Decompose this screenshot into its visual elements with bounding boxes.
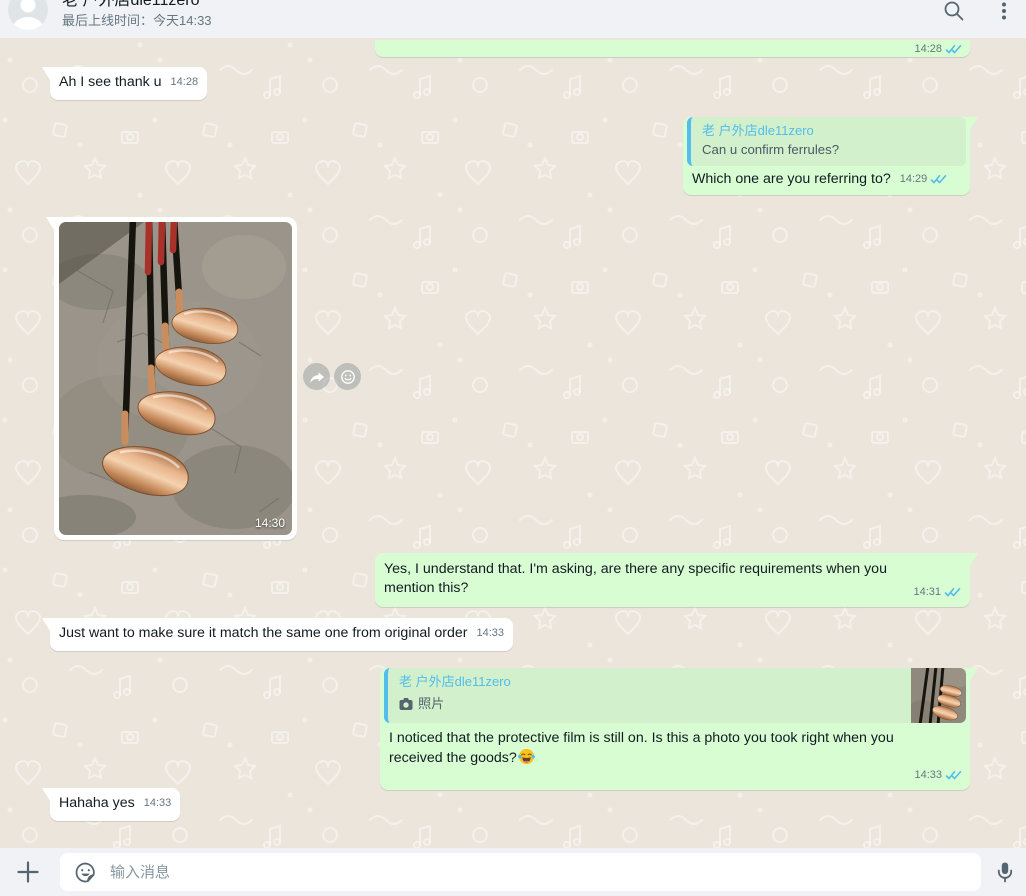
message-time: 14:33 [144, 794, 172, 813]
chat-header: 老 户外店dle11zero 最后上线时间：今天14:33 [0, 0, 1026, 38]
quoted-sender-name: 老 户外店dle11zero [399, 673, 896, 691]
message-incoming[interactable]: Hahaha yes 14:33 [50, 788, 180, 821]
message-time: 14:30 [255, 516, 285, 530]
joy-emoji [518, 748, 535, 765]
message-text: I noticed that the protective film is st… [389, 729, 949, 768]
message-outgoing-partial[interactable]: 14:28 [375, 40, 970, 57]
message-input-pill [60, 853, 981, 891]
quoted-text: Can u confirm ferrules? [702, 141, 955, 159]
forward-icon[interactable] [303, 363, 330, 390]
read-ticks-icon [945, 44, 962, 55]
message-time: 14:33 [476, 624, 504, 643]
last-seen-status: 最后上线时间：今天14:33 [62, 12, 212, 30]
quoted-media-label: 照片 [418, 694, 444, 713]
message-text: Hahaha yes [59, 794, 135, 813]
read-ticks-icon [930, 174, 947, 185]
message-outgoing-reply[interactable]: 老 户外店dle11zero Can u confirm ferrules? W… [683, 113, 970, 195]
message-text: Ah I see thank u [59, 73, 162, 92]
emoji-sticker-icon[interactable] [72, 859, 98, 885]
search-icon[interactable] [942, 0, 966, 23]
message-incoming[interactable]: Just want to make sure it match the same… [50, 618, 513, 651]
quoted-message[interactable]: 老 户外店dle11zero 照片 [384, 668, 966, 723]
message-hover-actions [303, 363, 361, 390]
message-time: 14:29 [900, 170, 928, 189]
message-input[interactable] [110, 864, 969, 881]
contact-name: 老 户外店dle11zero [62, 0, 212, 11]
emoji-reaction-icon[interactable] [334, 363, 361, 390]
contact-info[interactable]: 老 户外店dle11zero 最后上线时间：今天14:33 [62, 0, 212, 30]
message-time: 14:28 [914, 40, 942, 59]
message-text: Yes, I understand that. I'm asking, are … [384, 560, 932, 598]
message-incoming[interactable]: Ah I see thank u 14:28 [50, 67, 207, 100]
read-ticks-icon [944, 587, 961, 598]
menu-icon[interactable] [992, 0, 1016, 23]
camera-icon [399, 697, 413, 711]
message-incoming-photo[interactable]: 14:30 [54, 217, 297, 540]
quoted-photo-thumbnail[interactable] [911, 668, 966, 723]
message-text: Which one are you referring to? [692, 170, 891, 189]
whatsapp-chat-window: 老 户外店dle11zero 最后上线时间：今天14:33 14:28 [0, 0, 1026, 896]
message-time: 14:31 [913, 583, 941, 602]
message-outgoing[interactable]: Yes, I understand that. I'm asking, are … [375, 553, 970, 607]
read-ticks-icon [945, 770, 962, 781]
attach-plus-icon[interactable] [14, 858, 42, 886]
message-outgoing-reply-photo[interactable]: 老 户外店dle11zero 照片 [380, 664, 970, 790]
contact-avatar[interactable] [8, 0, 48, 30]
photo-golf-irons[interactable] [59, 222, 292, 535]
quoted-sender-name: 老 户外店dle11zero [702, 122, 955, 140]
quoted-message[interactable]: 老 户外店dle11zero Can u confirm ferrules? [687, 117, 966, 166]
microphone-icon[interactable] [992, 859, 1018, 885]
message-time: 14:28 [171, 73, 199, 92]
composer-bar [0, 848, 1026, 896]
message-text: Just want to make sure it match the same… [59, 624, 467, 643]
person-icon [8, 0, 48, 30]
message-time: 14:33 [914, 766, 942, 785]
